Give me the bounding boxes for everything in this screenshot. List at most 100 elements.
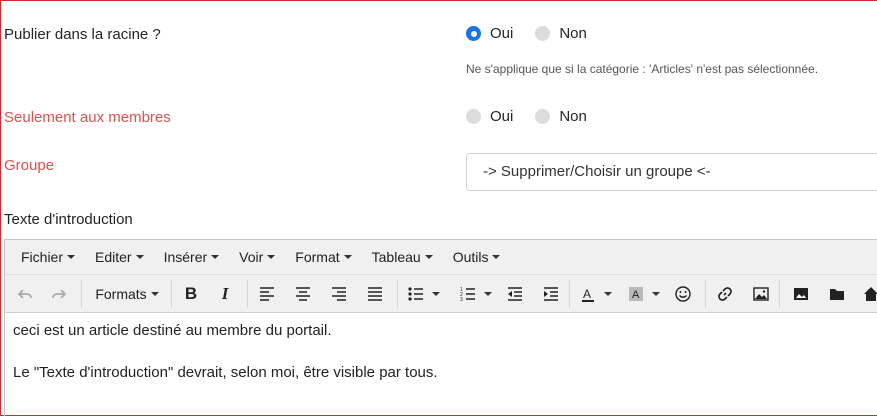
publish-root-oui-radio[interactable]: Oui [466, 25, 513, 42]
align-justify-button[interactable] [363, 280, 387, 308]
caret-down-icon [652, 292, 660, 296]
publish-root-radio-group: Oui Non [466, 25, 609, 42]
text-color-icon: A [582, 287, 594, 302]
text-color-button[interactable]: A [575, 280, 617, 308]
menu-label: Editer [95, 249, 132, 265]
group-label: Groupe [4, 157, 55, 174]
svg-text:3: 3 [460, 297, 463, 302]
bullet-list-button[interactable] [403, 280, 445, 308]
toolbar-divider [705, 280, 706, 308]
home-icon [864, 287, 877, 301]
menu-format[interactable]: Format [285, 249, 361, 265]
caret-down-icon [211, 255, 220, 259]
formats-label: Formats [95, 286, 147, 302]
menu-label: Format [295, 249, 340, 265]
italic-icon: I [221, 284, 229, 303]
svg-text:A: A [583, 287, 591, 301]
indent-button[interactable] [539, 280, 563, 308]
align-right-icon [332, 287, 346, 301]
align-center-icon [296, 287, 310, 301]
menu-editer[interactable]: Editer [85, 249, 154, 265]
caret-down-icon [67, 255, 76, 259]
caret-down-icon [267, 255, 276, 259]
menu-label: Voir [239, 249, 264, 265]
menu-inserer[interactable]: Insérer [154, 249, 230, 265]
menu-outils[interactable]: Outils [443, 249, 511, 265]
undo-icon [17, 289, 32, 299]
members-only-non-radio[interactable]: Non [535, 108, 587, 125]
menu-label: Insérer [163, 249, 208, 265]
menu-voir[interactable]: Voir [229, 249, 285, 265]
bullet-list-icon [408, 287, 423, 301]
radio-label: Non [559, 25, 587, 42]
italic-button[interactable]: I [213, 280, 237, 308]
background-color-icon: A [629, 287, 643, 301]
caret-down-icon [135, 255, 144, 259]
indent-icon [544, 287, 558, 301]
group-select[interactable]: -> Supprimer/Choisir un groupe <- [466, 153, 877, 191]
intro-text-label: Texte d'introduction [4, 211, 133, 228]
background-color-button[interactable]: A [623, 280, 665, 308]
smiley-icon [675, 286, 691, 302]
align-left-button[interactable] [255, 280, 279, 308]
publish-root-help-text: Ne s'applique que si la catégorie : 'Art… [466, 62, 819, 76]
members-only-oui-radio[interactable]: Oui [466, 108, 513, 125]
image-manager-button[interactable] [789, 280, 813, 308]
folder-icon [830, 289, 844, 300]
menu-fichier[interactable]: Fichier [11, 249, 85, 265]
toolbar-divider [779, 280, 780, 308]
redo-button[interactable] [47, 280, 71, 308]
radio-unchecked-icon [466, 109, 481, 124]
align-left-icon [260, 287, 274, 301]
caret-down-icon [492, 255, 501, 259]
menu-tableau[interactable]: Tableau [362, 249, 443, 265]
editor-toolbar: Formats B I 123 A A [5, 275, 877, 313]
menu-label: Fichier [21, 249, 64, 265]
radio-label: Non [559, 108, 587, 125]
undo-button[interactable] [13, 280, 37, 308]
formats-dropdown[interactable]: Formats [91, 280, 163, 308]
redo-icon [52, 289, 67, 299]
link-icon [718, 287, 732, 301]
radio-label: Oui [490, 108, 514, 125]
svg-text:A: A [632, 289, 640, 301]
bold-button[interactable]: B [179, 280, 203, 308]
content-paragraph: ceci est un article destiné au membre du… [13, 322, 332, 339]
radio-label: Oui [490, 25, 514, 42]
file-manager-button[interactable] [825, 280, 849, 308]
outdent-icon [508, 287, 522, 301]
toolbar-divider [569, 280, 570, 308]
toolbar-divider [397, 280, 398, 308]
toolbar-divider [247, 280, 248, 308]
align-right-button[interactable] [327, 280, 351, 308]
caret-down-icon [484, 292, 492, 296]
caret-down-icon [343, 255, 352, 259]
home-button[interactable] [861, 280, 877, 308]
radio-unchecked-icon [535, 26, 551, 41]
align-justify-icon [368, 287, 382, 301]
bold-icon: B [184, 284, 198, 303]
content-paragraph: Le "Texte d'introduction" devrait, selon… [13, 364, 438, 381]
menu-label: Tableau [371, 249, 421, 265]
caret-down-icon [150, 292, 159, 296]
picture-icon [794, 288, 808, 300]
radio-checked-icon [466, 26, 481, 41]
outdent-button[interactable] [503, 280, 527, 308]
caret-down-icon [432, 292, 440, 296]
numbered-list-icon: 123 [460, 287, 475, 302]
toolbar-divider [81, 280, 82, 308]
radio-unchecked-icon [535, 109, 551, 124]
members-only-radio-group: Oui Non [466, 108, 609, 125]
insert-link-button[interactable] [713, 280, 737, 308]
insert-image-button[interactable] [749, 280, 773, 308]
caret-down-icon [424, 255, 433, 259]
editor-menubar: Fichier Editer Insérer Voir Format Table… [5, 240, 877, 275]
image-icon [753, 287, 769, 301]
publish-root-non-radio[interactable]: Non [535, 25, 587, 42]
numbered-list-button[interactable]: 123 [455, 280, 497, 308]
menu-label: Outils [452, 249, 489, 265]
editor-content-area[interactable]: ceci est un article destiné au membre du… [5, 313, 877, 413]
toolbar-divider [171, 280, 172, 308]
align-center-button[interactable] [291, 280, 315, 308]
emoticons-button[interactable] [671, 280, 695, 308]
